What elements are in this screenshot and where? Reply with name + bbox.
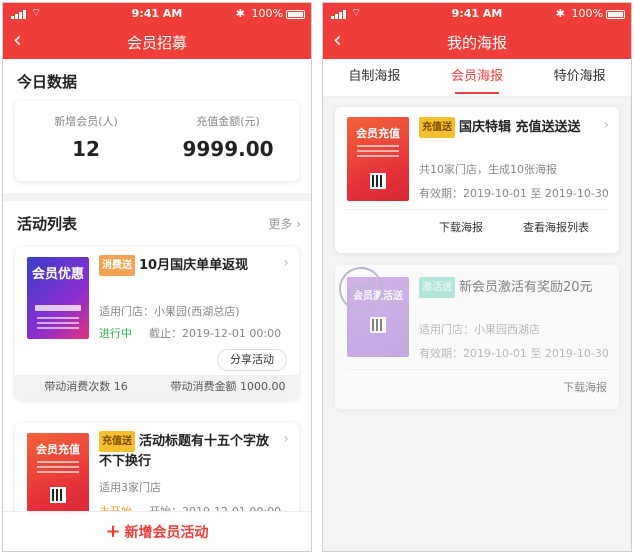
- tab-custom-posters[interactable]: 自制海报: [323, 59, 426, 96]
- activity-deadline: 截止：2019-12-01 00:00: [149, 327, 282, 340]
- share-activity-button[interactable]: 分享活动: [217, 349, 287, 371]
- footer-consume-count: 带动消费次数 16: [44, 380, 128, 393]
- chevron-right-icon: ›: [283, 431, 289, 447]
- poster-thumbnail: 会员充值: [347, 117, 409, 201]
- activity-stores: 适用门店：小果园(西湖总店): [99, 305, 240, 318]
- thumb-title: 会员充值: [356, 127, 400, 140]
- stat-label: 充值金额(元): [196, 115, 260, 128]
- footer-consume-amount: 带动消费金额 1000.00: [170, 380, 286, 393]
- nav-bar: ‹ 会员招募: [3, 25, 311, 59]
- stat-recharge-amount: 充值金额(元) 9999.00: [157, 101, 299, 181]
- add-member-activity-button[interactable]: + 新增会员活动: [3, 511, 311, 551]
- qr-code-icon: [370, 173, 386, 189]
- poster-tabs: 自制海报 会员海报 特价海报: [323, 59, 631, 97]
- activity-card-footer: 带动消费次数 16 带动消费金额 1000.00: [15, 375, 299, 399]
- poster-desc: 共10家门店，生成10张海报: [419, 163, 557, 176]
- more-label: 更多: [268, 217, 293, 231]
- nav-bar: ‹ 我的海报: [323, 25, 631, 59]
- today-data-heading: 今日数据: [17, 73, 78, 91]
- thumb-lines: [37, 317, 79, 332]
- activity-title: 10月国庆单单返现: [139, 258, 249, 273]
- poster-tag: 充值送: [419, 117, 455, 138]
- view-poster-list-button[interactable]: 查看海报列表: [523, 219, 589, 235]
- stat-new-members: 新增会员(人) 12: [15, 101, 157, 181]
- phone-member-recruit: ⌔ 9:41 AM ✱ 100% ‹ 会员招募 今日数据 新增会员(人) 12 …: [2, 2, 312, 552]
- download-poster-button[interactable]: 下载海报: [439, 219, 483, 235]
- more-link[interactable]: 更多 ›: [268, 215, 301, 232]
- stats-card: 新增会员(人) 12 充值金额(元) 9999.00: [15, 101, 299, 181]
- thumb-lines: [357, 145, 399, 160]
- thumb-strip: [35, 305, 81, 311]
- status-bar: ⌔ 9:41 AM ✱ 100%: [323, 3, 631, 25]
- tab-member-posters[interactable]: 会员海报: [426, 59, 529, 96]
- status-bar: ⌔ 9:41 AM ✱ 100%: [3, 3, 311, 25]
- qr-code-icon: [50, 487, 66, 503]
- qr-code-icon: [370, 317, 386, 333]
- chevron-right-icon: ›: [603, 117, 609, 133]
- tab-special-posters[interactable]: 特价海报: [528, 59, 631, 96]
- poster-validity: 有效期：2019-10-01 至 2019-10-30: [419, 347, 609, 360]
- chevron-right-icon: ›: [283, 255, 289, 271]
- activity-thumbnail: 会员优惠: [27, 257, 89, 339]
- poster-title: 新会员激活有奖励20元: [459, 280, 593, 295]
- thumb-title: 会员充值: [36, 443, 80, 456]
- page-title: 会员招募: [126, 34, 187, 52]
- poster-title-row: 充值送 国庆特辑 充值送送送: [419, 117, 599, 138]
- battery-icon: [606, 10, 625, 19]
- divider: [3, 193, 311, 201]
- stat-value: 12: [72, 137, 100, 161]
- plus-icon: +: [105, 521, 121, 542]
- divider: [345, 369, 609, 370]
- activity-tag: 充值送: [99, 431, 135, 452]
- activity-list-heading: 活动列表: [17, 215, 78, 233]
- today-data-header: 今日数据: [3, 59, 311, 99]
- stats-panel: 新增会员(人) 12 充值金额(元) 9999.00: [3, 99, 311, 193]
- stat-value: 9999.00: [182, 137, 274, 161]
- battery-percent: 100%: [251, 7, 283, 20]
- poster-validity: 有效期：2019-10-01 至 2019-10-30: [419, 187, 609, 200]
- phone-my-posters: ⌔ 9:41 AM ✱ 100% ‹ 我的海报 自制海报 会员海报 特价海报 会…: [322, 2, 632, 552]
- activity-list-header: 活动列表 更多 ›: [3, 201, 311, 241]
- poster-title: 国庆特辑 充值送送送: [459, 120, 581, 135]
- poster-card[interactable]: 会员充值 充值送 国庆特辑 充值送送送 › 共10家门店，生成10张海报 有效期：…: [335, 107, 619, 253]
- battery-percent: 100%: [571, 7, 603, 20]
- stat-label: 新增会员(人): [54, 115, 118, 128]
- thumb-lines: [37, 461, 79, 476]
- poster-tag: 激活送: [419, 277, 455, 298]
- download-poster-button[interactable]: 下载海报: [563, 379, 607, 395]
- thumb-title: 会员优惠: [31, 267, 84, 282]
- bluetooth-icon: ✱: [235, 7, 245, 20]
- activity-thumbnail: 会员充值: [27, 433, 89, 515]
- poster-stores: 适用门店：小果园西湖店: [419, 323, 540, 336]
- poster-card-expired[interactable]: 会员激活送 已失效 激活送 新会员激活有奖励20元 适用门店：小果园西湖店 有效期…: [335, 265, 619, 409]
- poster-title-row: 激活送 新会员激活有奖励20元: [419, 277, 619, 298]
- activity-title-row: 消费送 10月国庆单单返现: [99, 255, 279, 276]
- battery-icon: [286, 10, 305, 19]
- activity-stores: 适用3家门店: [99, 481, 161, 494]
- activity-tag: 消费送: [99, 255, 135, 276]
- activity-status: 进行中: [99, 327, 132, 340]
- activity-title-row: 充值送 活动标题有十五个字放不下换行: [99, 431, 281, 471]
- add-activity-label: 新增会员活动: [124, 525, 209, 541]
- activity-card[interactable]: 会员优惠 消费送 10月国庆单单返现 › 适用门店：小果园(西湖总店) 进行中 截…: [15, 247, 299, 399]
- bluetooth-icon: ✱: [555, 7, 565, 20]
- divider: [345, 209, 609, 210]
- page-title: 我的海报: [446, 34, 507, 52]
- activity-list: 会员优惠 消费送 10月国庆单单返现 › 适用门店：小果园(西湖总店) 进行中 截…: [3, 241, 311, 409]
